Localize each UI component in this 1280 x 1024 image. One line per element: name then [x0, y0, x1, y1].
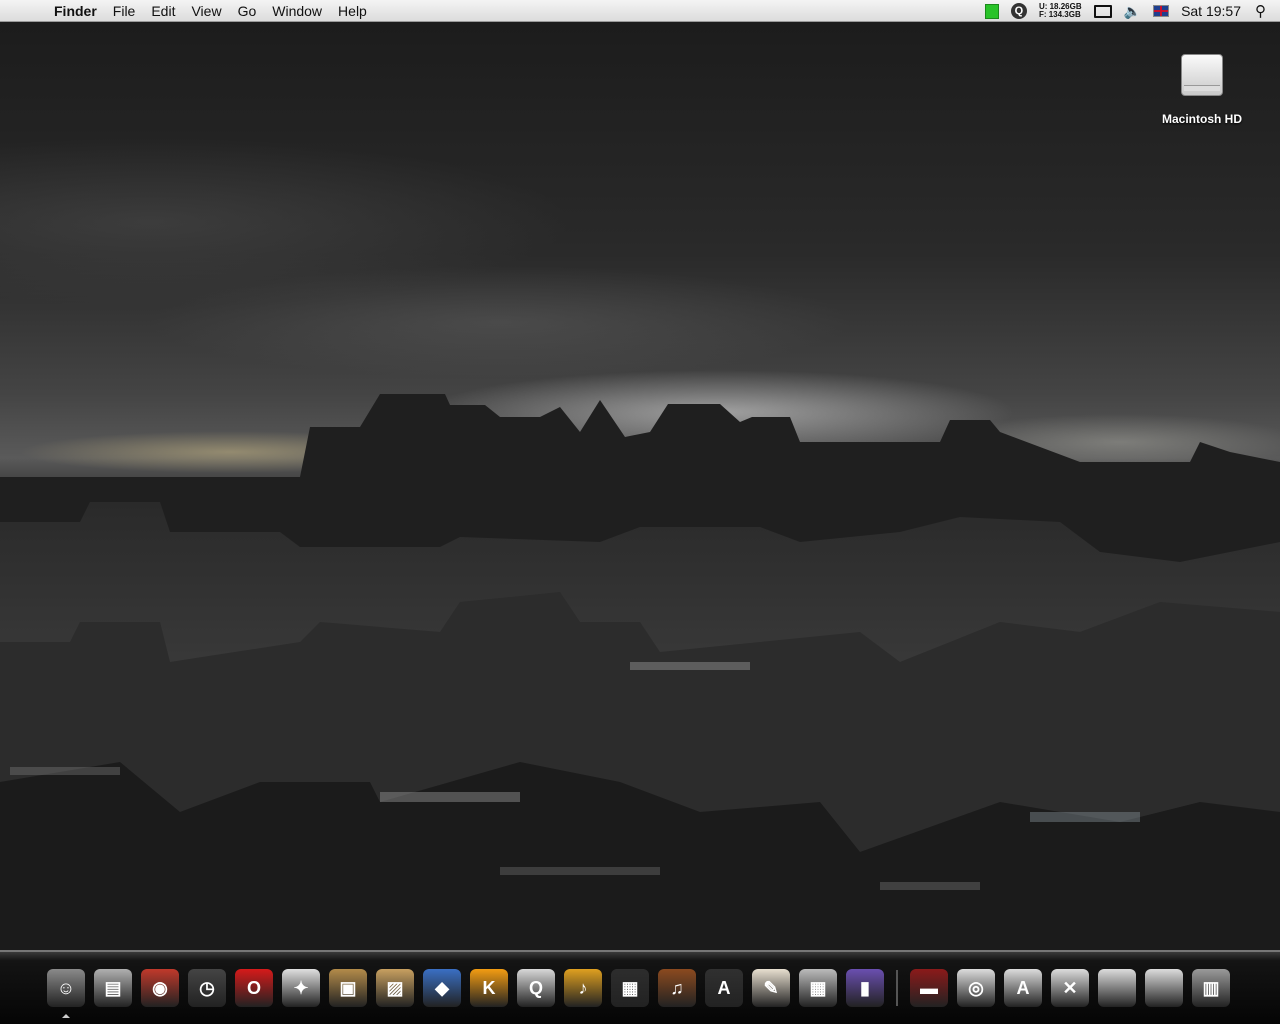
mac-pro-icon: ▤	[94, 969, 132, 1007]
preview-icon: ▨	[376, 969, 414, 1007]
dock-item-adium[interactable]: A	[702, 966, 746, 1010]
hard-drive-icon	[1181, 54, 1223, 96]
trash-icon: ▥	[1192, 969, 1230, 1007]
utilities-folder-icon: ✕	[1051, 969, 1089, 1007]
dictionary-icon: ▬	[910, 969, 948, 1007]
dock-item-opera[interactable]: O	[232, 966, 276, 1010]
dock-item-photos[interactable]: ▣	[326, 966, 370, 1010]
display-icon[interactable]	[1093, 4, 1112, 18]
notes-icon: ✎	[752, 969, 790, 1007]
clock-icon: ◷	[188, 969, 226, 1007]
dock-item-documents-folder[interactable]	[1095, 966, 1139, 1010]
k-icon: K	[470, 969, 508, 1007]
dock-item-trash[interactable]: ▥	[1189, 966, 1233, 1010]
dock-item-imovie[interactable]: ▦	[608, 966, 652, 1010]
menu-go[interactable]: Go	[230, 0, 265, 22]
dock-item-app[interactable]: ◆	[420, 966, 464, 1010]
dock-item-firefox[interactable]: ◉	[138, 966, 182, 1010]
dock-item-notes[interactable]: ✎	[749, 966, 793, 1010]
disk-usage[interactable]: U: 18.26GB F: 134.3GB	[1039, 3, 1082, 19]
menu-file[interactable]: File	[105, 0, 144, 22]
menu-clock[interactable]: Sat 19:57	[1181, 3, 1241, 19]
drive-label: Macintosh HD	[1161, 112, 1242, 126]
input-flag-icon[interactable]	[1153, 5, 1170, 17]
disk-free: F: 134.3GB	[1038, 10, 1081, 19]
dock-item-book[interactable]: ▮	[843, 966, 887, 1010]
dock-item-quicktime[interactable]: Q	[514, 966, 558, 1010]
menu-extras: Q U: 18.26GB F: 134.3GB 🔈 Sat 19:57 ⚲	[984, 0, 1280, 22]
menu-view[interactable]: View	[183, 0, 229, 22]
dock-item-folder[interactable]	[1142, 966, 1186, 1010]
compass-icon: ✦	[282, 969, 320, 1007]
dock-items: ☺ ▤ ◉ ◷ O ✦ ▣ ▨ ◆ K Q ♪ ▦ ♫ A ✎ ▦ ▮ ▬ ◎ A ✕ ▥	[44, 966, 1236, 1018]
menu-edit[interactable]: Edit	[143, 0, 183, 22]
desktop[interactable]: Macintosh HD	[0, 22, 1280, 950]
applications-folder-icon: A	[1004, 969, 1042, 1007]
battery-icon[interactable]	[984, 3, 999, 19]
downloads-folder-icon: ◎	[957, 969, 995, 1007]
quicksilver-icon[interactable]: Q	[1010, 3, 1027, 19]
dock-item-k[interactable]: K	[467, 966, 511, 1010]
app-icon: ◆	[423, 969, 461, 1007]
macintosh-hd-icon[interactable]: Macintosh HD	[1150, 54, 1254, 126]
folder-icon	[1145, 969, 1183, 1007]
dock-separator	[890, 966, 904, 1010]
menu-bar: Finder File Edit View Go Window Help Q U…	[0, 0, 1280, 22]
dock-item-dictionary[interactable]: ▬	[907, 966, 951, 1010]
volume-icon[interactable]: 🔈	[1124, 3, 1141, 20]
dock-item-mac-pro[interactable]: ▤	[91, 966, 135, 1010]
dock-item-finder[interactable]: ☺	[44, 966, 88, 1018]
dock-item-downloads-folder[interactable]: ◎	[954, 966, 998, 1010]
imovie-icon: ▦	[611, 969, 649, 1007]
dock-item-calculator[interactable]: ▦	[796, 966, 840, 1010]
adium-icon: A	[705, 969, 743, 1007]
dock: ☺ ▤ ◉ ◷ O ✦ ▣ ▨ ◆ K Q ♪ ▦ ♫ A ✎ ▦ ▮ ▬ ◎ A ✕ ▥	[0, 950, 1280, 1024]
documents-folder-icon	[1098, 969, 1136, 1007]
spotlight-icon[interactable]: ⚲	[1255, 2, 1266, 20]
dock-item-applications-folder[interactable]: A	[1001, 966, 1045, 1010]
dock-item-preview[interactable]: ▨	[373, 966, 417, 1010]
quicktime-icon: Q	[517, 969, 555, 1007]
dock-item-clock[interactable]: ◷	[185, 966, 229, 1010]
photos-icon: ▣	[329, 969, 367, 1007]
dock-item-compass[interactable]: ✦	[279, 966, 323, 1010]
dock-item-music[interactable]: ♫	[655, 966, 699, 1010]
book-icon: ▮	[846, 969, 884, 1007]
firefox-icon: ◉	[141, 969, 179, 1007]
finder-icon: ☺	[47, 969, 85, 1007]
running-indicator	[62, 1014, 70, 1018]
menu-window[interactable]: Window	[264, 0, 330, 22]
app-menu[interactable]: Finder	[47, 0, 105, 22]
menu-help[interactable]: Help	[330, 0, 375, 22]
dock-item-utilities-folder[interactable]: ✕	[1048, 966, 1092, 1010]
dock-item-itunes[interactable]: ♪	[561, 966, 605, 1010]
music-icon: ♫	[658, 969, 696, 1007]
itunes-icon: ♪	[564, 969, 602, 1007]
opera-icon: O	[235, 969, 273, 1007]
wallpaper-city	[0, 394, 1280, 950]
calculator-icon: ▦	[799, 969, 837, 1007]
